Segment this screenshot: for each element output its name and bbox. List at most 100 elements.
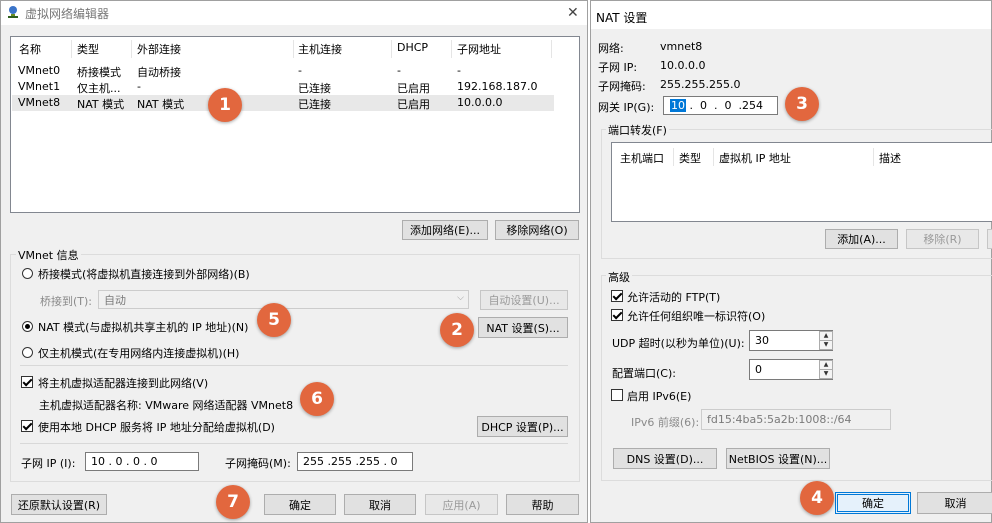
step-marker-4: 4	[800, 481, 834, 515]
bridge-mode-label[interactable]: 桥接模式(将虚拟机直接连接到外部网络)(B)	[38, 266, 250, 282]
add-network-button[interactable]: 添加网络(E)...	[402, 220, 488, 240]
dns-settings-button[interactable]: DNS 设置(D)...	[613, 448, 717, 469]
nat-settings-button[interactable]: NAT 设置(S)...	[478, 317, 568, 338]
subnet-ip-label: 子网 IP (I):	[21, 457, 76, 470]
column-header-host[interactable]: 主机连接	[298, 41, 342, 57]
row-dhcp: -	[397, 64, 401, 77]
row-subnet: 10.0.0.0	[457, 96, 503, 109]
use-dhcp-checkbox[interactable]	[21, 420, 33, 432]
nat-cancel-button[interactable]: 取消	[917, 492, 992, 514]
pf-column-host-port[interactable]: 主机端口	[620, 150, 664, 166]
row-name: VMnet0	[18, 64, 61, 77]
row-subnet: 192.168.187.0	[457, 80, 538, 93]
port-forwarding-caption: 端口转发(F)	[606, 122, 669, 138]
pf-properties-button[interactable]	[987, 229, 992, 249]
row-subnet: -	[457, 64, 461, 77]
remove-network-button[interactable]: 移除网络(O)	[495, 220, 579, 240]
column-header-subnet[interactable]: 子网地址	[457, 41, 501, 57]
cancel-button[interactable]: 取消	[344, 494, 416, 515]
udp-timeout-spinner[interactable]: ▲ ▼	[819, 331, 833, 350]
step-marker-3: 3	[785, 87, 819, 121]
step-marker-2: 2	[440, 313, 474, 347]
table-row-selected[interactable]: VMnet8 NAT 模式 NAT 模式 已连接 已启用 10.0.0.0	[12, 95, 554, 111]
pf-remove-button[interactable]: 移除(R)	[906, 229, 979, 249]
config-port-spinner[interactable]: ▲ ▼	[819, 360, 833, 379]
spin-up-icon[interactable]: ▲	[820, 332, 832, 341]
pf-add-button[interactable]: 添加(A)...	[825, 229, 898, 249]
restore-defaults-button[interactable]: 还原默认设置(R)	[11, 494, 107, 515]
enable-ipv6-checkbox[interactable]	[611, 389, 623, 401]
row-name: VMnet8	[18, 96, 61, 109]
virtual-network-editor-window: 虚拟网络编辑器 ✕ 名称 类型 外部连接 主机连接 DHCP 子网地址 VMne…	[0, 0, 588, 523]
row-dhcp: 已启用	[397, 98, 430, 111]
title-bar: 虚拟网络编辑器 ✕	[1, 1, 587, 25]
connect-adapter-label[interactable]: 将主机虚拟适配器连接到此网络(V)	[38, 375, 208, 391]
allow-ftp-label[interactable]: 允许活动的 FTP(T)	[627, 289, 720, 305]
table-row[interactable]: VMnet1 仅主机... - 已连接 已启用 192.168.187.0	[11, 79, 579, 95]
nat-mode-radio[interactable]	[22, 321, 33, 332]
ok-button[interactable]: 确定	[264, 494, 336, 515]
column-divider	[71, 40, 72, 58]
gateway-ip-selected-octet: 10	[670, 99, 686, 112]
ipv6-prefix-input[interactable]: fd15:4ba5:5a2b:1008::/64	[701, 409, 891, 430]
subnet-ip-input[interactable]: 10 . 0 . 0 . 0	[85, 452, 199, 471]
row-name: VMnet1	[18, 80, 61, 93]
column-divider	[293, 40, 294, 58]
nat-mode-label[interactable]: NAT 模式(与虚拟机共享主机的 IP 地址)(N)	[38, 319, 248, 335]
close-icon[interactable]: ✕	[567, 5, 579, 21]
udp-timeout-value: 30	[755, 334, 769, 347]
row-type: NAT 模式	[77, 98, 125, 111]
nat-subnet-ip-label: 子网 IP:	[598, 61, 638, 74]
netbios-settings-button[interactable]: NetBIOS 设置(N)...	[726, 448, 830, 469]
bridge-to-value: 自动	[104, 293, 126, 307]
dhcp-settings-button[interactable]: DHCP 设置(P)...	[477, 416, 568, 437]
pf-column-type[interactable]: 类型	[679, 150, 701, 166]
use-dhcp-label[interactable]: 使用本地 DHCP 服务将 IP 地址分配给虚拟机(D)	[38, 419, 275, 435]
allow-ftp-checkbox[interactable]	[611, 290, 623, 302]
help-button[interactable]: 帮助	[506, 494, 579, 515]
pf-column-description[interactable]: 描述	[879, 150, 901, 166]
apply-button[interactable]: 应用(A)	[425, 494, 498, 515]
spin-down-icon[interactable]: ▼	[820, 341, 832, 350]
nat-ok-button[interactable]: 确定	[835, 492, 911, 514]
vmnet-info-caption: VMnet 信息	[16, 247, 81, 263]
connect-adapter-checkbox[interactable]	[21, 376, 33, 388]
row-host: -	[298, 64, 302, 77]
port-forwarding-list[interactable]: 主机端口 类型 虚拟机 IP 地址 描述	[611, 142, 992, 222]
column-divider	[713, 148, 714, 166]
row-type: 桥接模式	[77, 66, 121, 79]
column-divider	[551, 40, 552, 58]
app-network-icon	[6, 5, 20, 19]
column-header-dhcp[interactable]: DHCP	[397, 41, 428, 54]
nat-window-title: NAT 设置	[596, 11, 648, 25]
spin-up-icon[interactable]: ▲	[820, 361, 832, 370]
subnet-mask-label: 子网掩码(M):	[225, 457, 291, 470]
bridge-mode-radio[interactable]	[22, 268, 33, 279]
column-header-name[interactable]: 名称	[19, 41, 41, 57]
column-header-external[interactable]: 外部连接	[137, 41, 181, 57]
subnet-mask-input[interactable]: 255 .255 .255 . 0	[297, 452, 413, 471]
nat-subnet-ip-value: 10.0.0.0	[660, 59, 706, 72]
host-only-label[interactable]: 仅主机模式(在专用网络内连接虚拟机)(H)	[38, 345, 239, 361]
allow-oui-checkbox[interactable]	[611, 309, 623, 321]
step-marker-5: 5	[257, 303, 291, 337]
spin-down-icon[interactable]: ▼	[820, 370, 832, 379]
nat-subnet-mask-value: 255.255.255.0	[660, 78, 741, 91]
table-row[interactable]: VMnet0 桥接模式 自动桥接 - - -	[11, 63, 579, 79]
pf-column-vm-ip[interactable]: 虚拟机 IP 地址	[719, 150, 791, 166]
row-external: NAT 模式	[137, 98, 185, 111]
ipv6-prefix-label: IPv6 前缀(6):	[631, 416, 700, 429]
udp-timeout-label: UDP 超时(以秒为单位)(U):	[612, 337, 745, 350]
auto-settings-button[interactable]: 自动设置(U)...	[480, 290, 568, 310]
gateway-ip-input[interactable]: 10 . 0 . 0 .254	[663, 96, 778, 115]
network-list[interactable]: 名称 类型 外部连接 主机连接 DHCP 子网地址 VMnet0 桥接模式 自动…	[10, 36, 580, 213]
column-header-type[interactable]: 类型	[77, 41, 99, 57]
divider	[20, 365, 568, 366]
bridge-to-label: 桥接到(T):	[40, 295, 93, 308]
step-marker-7: 7	[216, 485, 250, 519]
enable-ipv6-label[interactable]: 启用 IPv6(E)	[627, 388, 691, 404]
host-only-radio[interactable]	[22, 347, 33, 358]
nat-title-bar: NAT 设置	[591, 1, 991, 29]
allow-oui-label[interactable]: 允许任何组织唯一标识符(O)	[627, 308, 765, 324]
nat-settings-window: NAT 设置 网络: vmnet8 子网 IP: 10.0.0.0 子网掩码: …	[590, 0, 992, 523]
